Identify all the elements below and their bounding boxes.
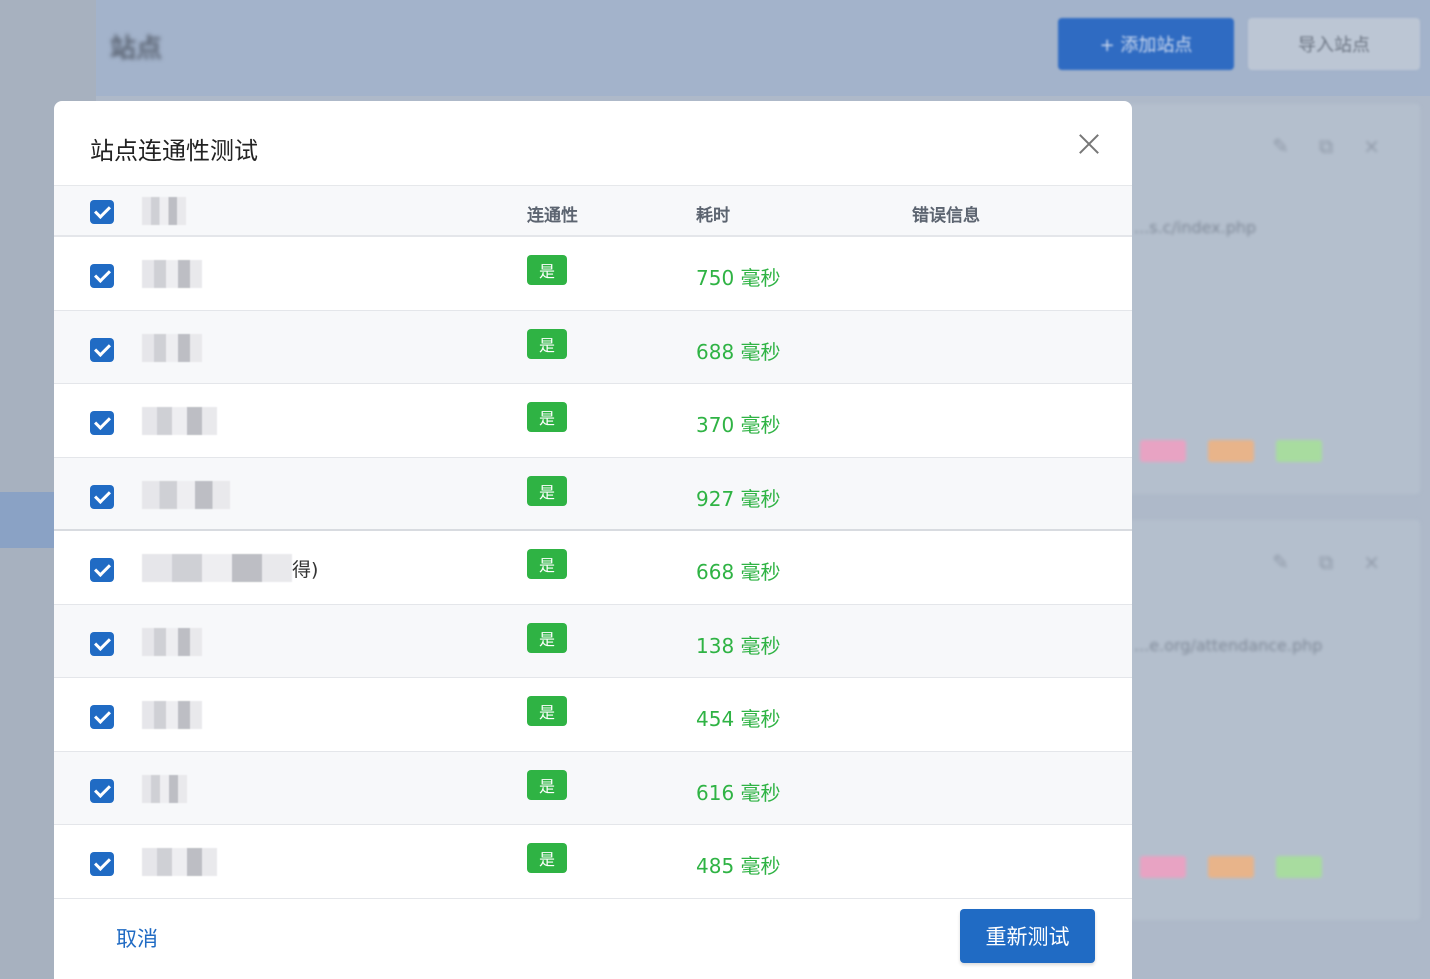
dialog-footer: 取消 重新测试: [54, 898, 1132, 979]
response-time: 616 毫秒: [696, 780, 781, 805]
tag: [1140, 440, 1186, 462]
blurred-text: [142, 848, 217, 876]
select-all-checkbox[interactable]: [90, 200, 114, 224]
site-name: [142, 847, 217, 877]
table-body: 是 750 毫秒是 688 毫秒是 370 毫秒是 927 毫秒 得) 是 668 毫秒是 13…: [54, 237, 1132, 899]
connectivity-badge: 是: [527, 696, 567, 726]
close-icon: ×: [1363, 550, 1380, 574]
row-checkbox[interactable]: [90, 705, 114, 729]
tag: [1208, 856, 1254, 878]
site-url: ...e.org/attendance.php: [1134, 636, 1323, 655]
response-time: 485 毫秒: [696, 854, 781, 878]
site-name: [142, 700, 202, 730]
row-checkbox[interactable]: [90, 484, 114, 509]
import-site-button: 导入站点: [1248, 18, 1420, 70]
table-row: 是 927 毫秒: [54, 457, 1132, 531]
blurred-text: [142, 480, 230, 509]
connectivity-badge: 是: [527, 402, 567, 432]
table-row: 是 688 毫秒: [54, 310, 1132, 384]
edit-icon: ✎: [1272, 134, 1289, 158]
connectivity-badge: 是: [527, 843, 567, 873]
blurred-text: [142, 774, 187, 803]
connectivity-badge: 是: [527, 255, 567, 285]
tag-list: [1140, 440, 1322, 462]
tag: [1276, 856, 1322, 878]
blurred-text: [142, 701, 202, 729]
tag-list: [1140, 856, 1322, 878]
response-time: 927 毫秒: [696, 486, 781, 511]
cancel-button[interactable]: 取消: [116, 923, 158, 953]
site-name: [142, 774, 187, 804]
row-checkbox[interactable]: [90, 411, 114, 435]
table-row: 是 616 毫秒: [54, 751, 1132, 825]
table-row: 是 454 毫秒: [54, 678, 1132, 752]
blurred-text: [142, 627, 202, 656]
blurred-text: [142, 333, 202, 362]
card-actions: ✎ ⧉ ×: [1272, 550, 1380, 574]
tag: [1208, 440, 1254, 462]
card-actions: ✎ ⧉ ×: [1272, 134, 1380, 158]
close-icon: ×: [1363, 134, 1380, 158]
connectivity-badge: 是: [527, 769, 567, 800]
dialog-title: 站点连通性测试: [90, 137, 258, 165]
blurred-text: [142, 554, 292, 582]
site-name: 得): [142, 553, 318, 583]
tag: [1140, 856, 1186, 878]
tag: [1276, 440, 1322, 462]
blurred-text: [142, 260, 202, 288]
table-header: 连通性 耗时 错误信息: [54, 185, 1132, 237]
site-card: ✎ ⧉ × ...s.c/index.php: [1120, 104, 1420, 494]
add-site-button: + 添加站点: [1058, 18, 1234, 70]
site-name-suffix: 得): [292, 558, 319, 581]
site-name: [142, 480, 230, 510]
row-checkbox[interactable]: [90, 631, 114, 656]
site-name: [142, 627, 202, 657]
copy-icon: ⧉: [1318, 134, 1334, 158]
connectivity-badge: 是: [527, 549, 567, 579]
response-time: 138 毫秒: [696, 633, 781, 658]
response-time: 750 毫秒: [696, 266, 781, 290]
row-checkbox[interactable]: [90, 264, 114, 288]
results-table: 连通性 耗时 错误信息 是 750 毫秒是 688 毫秒是 370 毫秒是 927 毫秒…: [54, 185, 1132, 899]
site-card: ✎ ⧉ × ...e.org/attendance.php: [1120, 520, 1420, 920]
connectivity-column-header: 连通性: [527, 206, 578, 226]
page-title: 站点: [110, 34, 163, 64]
connectivity-badge: 是: [527, 328, 567, 359]
table-row: 是 750 毫秒: [54, 237, 1132, 311]
row-checkbox[interactable]: [90, 778, 114, 803]
blurred-text: [142, 197, 186, 225]
blurred-text: [142, 407, 217, 435]
table-row: 是 485 毫秒: [54, 825, 1132, 899]
connectivity-test-dialog: 站点连通性测试 连通性 耗时 错误信息 是 750 毫秒是 688 毫秒是 370 毫…: [54, 101, 1132, 979]
table-row: 是 370 毫秒: [54, 384, 1132, 458]
time-column-header: 耗时: [696, 206, 730, 226]
row-checkbox[interactable]: [90, 558, 114, 582]
retest-button[interactable]: 重新测试: [960, 909, 1095, 963]
connectivity-badge: 是: [527, 475, 567, 506]
close-icon[interactable]: [1078, 133, 1100, 155]
site-name: [142, 333, 202, 363]
site-name: [142, 406, 217, 436]
response-time: 668 毫秒: [696, 560, 781, 584]
copy-icon: ⧉: [1318, 550, 1334, 574]
response-time: 370 毫秒: [696, 413, 781, 437]
row-checkbox[interactable]: [90, 337, 114, 362]
response-time: 688 毫秒: [696, 339, 781, 364]
table-row: 是 138 毫秒: [54, 604, 1132, 678]
table-row: 得) 是 668 毫秒: [54, 531, 1132, 605]
edit-icon: ✎: [1272, 550, 1289, 574]
connectivity-badge: 是: [527, 622, 567, 653]
site-url: ...s.c/index.php: [1134, 218, 1257, 237]
site-name: [142, 259, 202, 289]
row-checkbox[interactable]: [90, 852, 114, 876]
site-column-header: [142, 196, 186, 226]
error-column-header: 错误信息: [912, 206, 980, 226]
response-time: 454 毫秒: [696, 707, 781, 731]
